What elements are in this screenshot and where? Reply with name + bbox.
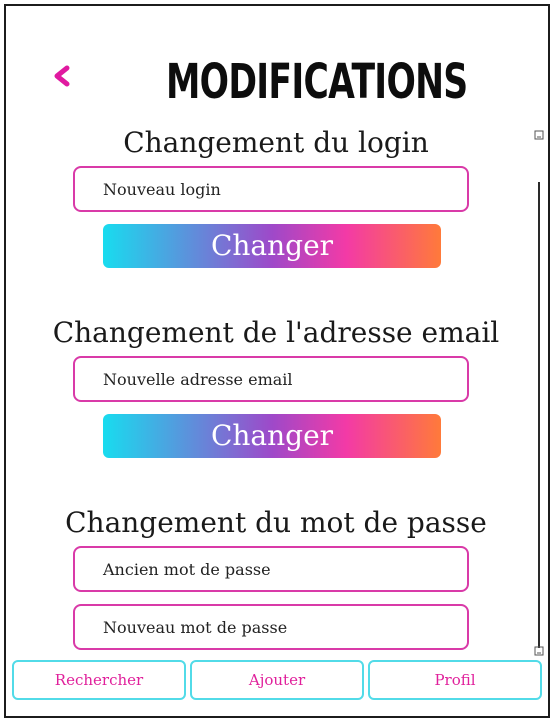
new-email-field[interactable]: Nouvelle adresse email xyxy=(73,356,469,402)
new-password-field[interactable]: Nouveau mot de passe xyxy=(73,604,469,650)
back-button[interactable] xyxy=(50,62,74,92)
nav-search-button[interactable]: Rechercher xyxy=(12,660,186,700)
change-login-button[interactable]: Changer xyxy=(103,224,441,268)
new-password-placeholder: Nouveau mot de passe xyxy=(103,618,288,637)
change-email-button[interactable]: Changer xyxy=(103,414,441,458)
screen-frame: MODIFICATIONS Changement du login Nouvea… xyxy=(4,4,550,718)
old-password-placeholder: Ancien mot de passe xyxy=(103,560,271,579)
old-password-field[interactable]: Ancien mot de passe xyxy=(73,546,469,592)
nav-add-button[interactable]: Ajouter xyxy=(190,660,364,700)
nav-profile-button[interactable]: Profil xyxy=(368,660,542,700)
password-section-title: Changement du mot de passe xyxy=(65,506,487,539)
new-login-field[interactable]: Nouveau login xyxy=(73,166,469,212)
page-title: MODIFICATIONS xyxy=(166,54,468,110)
chevron-left-icon xyxy=(54,65,70,87)
email-section-title: Changement de l'adresse email xyxy=(52,316,500,349)
scroll-up-arrow[interactable] xyxy=(534,130,544,140)
scroll-down-arrow[interactable] xyxy=(534,646,544,656)
login-section-title: Changement du login xyxy=(123,126,429,159)
scrollbar[interactable] xyxy=(538,182,540,648)
new-email-placeholder: Nouvelle adresse email xyxy=(103,370,293,389)
new-login-placeholder: Nouveau login xyxy=(103,180,221,199)
